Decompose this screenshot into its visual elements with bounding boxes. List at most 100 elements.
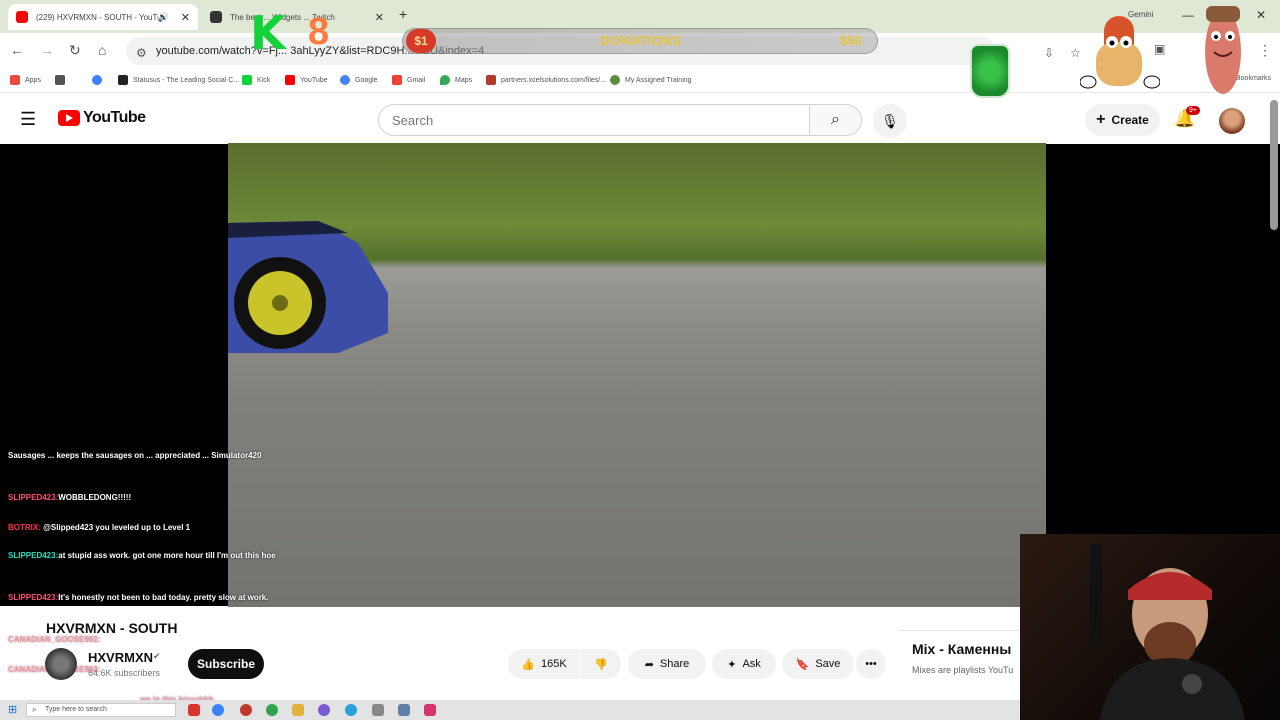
taskbar-search-icon: ⌕ [32, 705, 37, 714]
windows-start-icon[interactable]: ⊞ [8, 703, 17, 716]
create-button[interactable]: + Create [1085, 104, 1160, 136]
chat-message: SLIPPED423:WOBBLEDONG!!!!! [8, 493, 132, 502]
more-dots-icon: ••• [865, 658, 877, 670]
speaker-icon[interactable]: 🔊 [158, 12, 169, 23]
bookmark-gmail[interactable]: Gmail [392, 75, 425, 85]
chrome-icon [92, 75, 102, 85]
grid-icon [55, 75, 65, 85]
dislike-button[interactable]: 👎 [581, 649, 621, 679]
hotdog-mascot-image [1080, 16, 1160, 89]
github-favicon-icon [210, 11, 222, 23]
counter-overlay: 8 [308, 11, 330, 53]
bookmark-training[interactable]: My Assigned Training [610, 75, 692, 85]
chat-message: SLIPPED423:at stupid ass work. got one m… [8, 551, 276, 560]
tab-youtube[interactable]: (229) HXVRMXN - SOUTH - YouTube 🔊 ✕ [8, 4, 198, 30]
youtube-icon [285, 75, 295, 85]
kick-icon [242, 75, 252, 85]
home-icon[interactable]: ⌂ [98, 42, 106, 58]
video-player[interactable] [228, 143, 1046, 607]
mix-subtitle: Mixes are playlists YouTu [912, 665, 1014, 675]
voice-search-button[interactable]: 🎙 [873, 104, 907, 138]
browser-menu-icon[interactable]: ⋮ [1258, 42, 1272, 59]
reload-icon[interactable]: ↻ [69, 42, 81, 59]
ask-button[interactable]: ✦ Ask [712, 649, 776, 679]
page-scrollbar[interactable] [1270, 100, 1278, 230]
bookmark-partners[interactable]: partners.xcelsolutions.com/files/... [486, 75, 606, 85]
search-icon: ⌕ [831, 111, 840, 128]
thumbs-down-icon: 👎 [594, 658, 608, 671]
share-arrow-icon: ➦ [644, 658, 654, 671]
youtube-wordmark: YouTube [83, 109, 146, 126]
search-button[interactable]: ⌕ [810, 104, 862, 136]
hamburger-menu-icon[interactable]: ☰ [20, 109, 36, 130]
taskbar-app-icon[interactable] [372, 704, 384, 716]
bookmark-maps[interactable]: Maps [440, 75, 472, 85]
taskbar-search-input[interactable]: ⌕ Type here to search [26, 703, 176, 717]
forward-arrow-icon[interactable]: → [40, 42, 54, 58]
channel-avatar[interactable] [45, 648, 77, 680]
tab-title: (229) HXVRMXN - SOUTH - YouTube [36, 12, 158, 22]
sausage-mascot-image [1205, 6, 1241, 94]
sparkle-icon: ✦ [727, 658, 737, 671]
bookmark-google[interactable]: Google [340, 75, 378, 85]
more-actions-button[interactable]: ••• [856, 649, 886, 679]
bookmark-chrome[interactable] [92, 75, 107, 85]
windows-taskbar: ⊞ ⌕ Type here to search [0, 700, 1020, 720]
chat-message: SLIPPED423:It's honestly not been to bad… [8, 593, 269, 602]
edge-icon[interactable] [212, 704, 224, 716]
tab-widgets[interactable]: The best ... Widgets ... Twitch ✕ [202, 4, 392, 30]
video-title: HXVRMXN - SOUTH [46, 620, 178, 636]
subscribe-button[interactable]: Subscribe [188, 649, 264, 679]
drift-car-image [228, 221, 388, 353]
bookmark-icon: 🔖 [795, 658, 810, 671]
plus-icon: + [1096, 111, 1106, 128]
close-window-icon[interactable]: ✕ [1256, 8, 1266, 22]
install-app-icon[interactable]: ⇩ [1044, 46, 1054, 60]
thumbs-up-icon: 👍 [521, 658, 535, 671]
bookmark-grid[interactable] [55, 75, 70, 85]
back-arrow-icon[interactable]: ← [10, 42, 24, 58]
youtube-play-icon [58, 110, 80, 126]
share-button[interactable]: ➦ Share [628, 649, 706, 679]
taskbar-app-icon[interactable] [240, 704, 252, 716]
mix-title: Mix - Каменны [912, 641, 1012, 657]
pickle-jar-image [970, 44, 1010, 98]
mix-playlist-panel[interactable]: Mix - Каменны Mixes are playlists YouTu [898, 630, 1028, 700]
file-explorer-icon[interactable] [292, 704, 304, 716]
training-icon [610, 75, 620, 85]
save-button[interactable]: 🔖 Save [782, 649, 854, 679]
new-tab-button[interactable]: + [399, 6, 407, 22]
user-avatar[interactable] [1219, 108, 1245, 134]
streamer-webcam [1020, 534, 1280, 720]
minimize-icon[interactable]: — [1182, 8, 1194, 22]
youtube-favicon-icon [16, 11, 28, 23]
streamer-image [1090, 544, 1245, 720]
chrome-taskbar-icon[interactable] [266, 704, 278, 716]
donation-max-label: $50 [840, 33, 862, 48]
obs-icon[interactable] [318, 704, 330, 716]
close-tab-icon[interactable]: ✕ [375, 11, 384, 24]
site-info-icon[interactable]: ⚙ [136, 46, 147, 60]
taskbar-app-icon[interactable] [398, 704, 410, 716]
instagram-icon[interactable] [424, 704, 436, 716]
channel-name[interactable]: HXVRMXN [88, 650, 153, 665]
bookmark-youtube[interactable]: YouTube [285, 75, 328, 85]
notifications-badge: 9+ [1186, 106, 1200, 115]
chat-message: Sausages ... keeps the sausages on ... a… [8, 451, 262, 460]
kick-logo-overlay: K [250, 6, 286, 60]
search-input[interactable] [378, 104, 810, 136]
donation-goal-label: DONATIONS [600, 33, 682, 48]
bookmark-apps[interactable]: Apps [10, 75, 41, 85]
taskbar-app-icon[interactable] [188, 704, 200, 716]
bookmark-kick[interactable]: Kick [242, 75, 270, 85]
youtube-logo[interactable]: YouTube [58, 109, 146, 127]
bookmark-statusus[interactable]: Statusus - The Leading Social C... [118, 75, 239, 85]
apps-grid-icon [10, 75, 20, 85]
microphone-icon: 🎙 [881, 112, 899, 129]
donation-min-label: $1 [406, 29, 436, 53]
like-button[interactable]: 👍 165K [508, 649, 580, 679]
telegram-icon[interactable] [345, 704, 357, 716]
subscriber-count: 64.6K subscribers [88, 668, 161, 678]
gmail-icon [392, 75, 402, 85]
close-tab-icon[interactable]: ✕ [181, 11, 190, 24]
